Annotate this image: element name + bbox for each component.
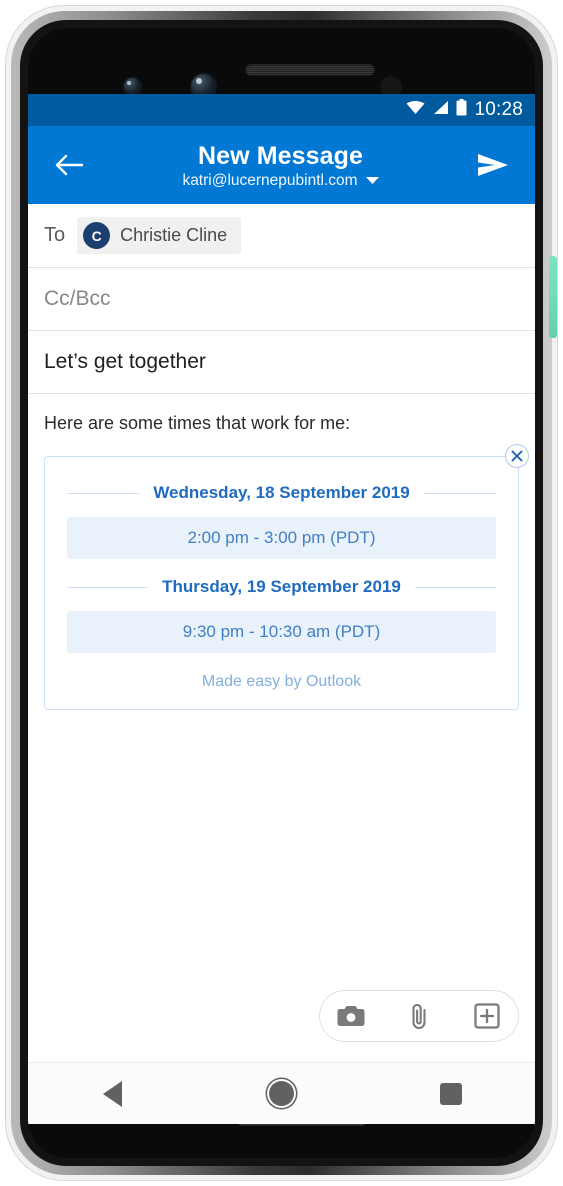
- recipient-name: Christie Cline: [120, 225, 228, 245]
- phone-device-frame: 10:28 New Message katri@lucernepubintl.c…: [6, 6, 557, 1180]
- account-email: katri@lucernepubintl.com: [182, 172, 358, 189]
- device-screen-glass: 10:28 New Message katri@lucernepubintl.c…: [28, 28, 535, 1158]
- battery-icon: [456, 99, 467, 121]
- send-icon: [478, 154, 508, 176]
- attachment-toolbar: [319, 990, 519, 1042]
- to-field-row[interactable]: To C Christie Cline: [28, 204, 535, 268]
- add-attachment-button[interactable]: [466, 995, 508, 1037]
- status-bar: 10:28: [28, 94, 535, 126]
- date-divider: Wednesday, 18 September 2019: [67, 483, 497, 503]
- earpiece-speaker: [245, 64, 375, 76]
- time-slot-option[interactable]: 2:00 pm - 3:00 pm (PDT): [67, 517, 496, 559]
- nav-back-button[interactable]: [83, 1073, 143, 1115]
- divider-line-right: [414, 586, 496, 588]
- cellular-signal-icon: [432, 100, 449, 120]
- meeting-times-card: Wednesday, 18 September 2019 2:00 pm - 3…: [44, 456, 519, 710]
- date-divider: Thursday, 19 September 2019: [67, 577, 496, 597]
- back-button[interactable]: [48, 144, 90, 186]
- divider-line-left: [67, 492, 140, 494]
- front-camera-secondary-icon: [124, 78, 141, 95]
- nav-back-icon: [103, 1080, 122, 1107]
- body-text: Here are some times that work for me:: [44, 413, 351, 433]
- cc-bcc-field-row[interactable]: Cc/Bcc: [28, 268, 535, 331]
- status-bar-clock: 10:28: [474, 99, 523, 120]
- add-attachment-icon: [474, 1003, 500, 1029]
- subject-value: Let’s get together: [44, 350, 206, 373]
- app-bar: New Message katri@lucernepubintl.com: [28, 126, 535, 204]
- nav-recents-icon: [439, 1082, 462, 1105]
- back-arrow-icon: [55, 154, 83, 176]
- attach-file-button[interactable]: [398, 995, 440, 1037]
- to-label: To: [44, 224, 66, 246]
- avatar: C: [83, 222, 111, 249]
- subject-field-row[interactable]: Let’s get together: [28, 331, 535, 394]
- camera-button[interactable]: [330, 995, 372, 1037]
- recipient-chip[interactable]: C Christie Cline: [77, 217, 242, 254]
- meeting-times-card-wrapper: Wednesday, 18 September 2019 2:00 pm - 3…: [44, 444, 529, 710]
- meeting-date-label: Wednesday, 18 September 2019: [153, 483, 410, 502]
- wifi-icon: [406, 100, 425, 120]
- page-title: New Message: [197, 142, 364, 170]
- android-navigation-bar: [28, 1062, 535, 1124]
- app-bar-titles: New Message katri@lucernepubintl.com: [90, 142, 471, 190]
- cc-bcc-placeholder: Cc/Bcc: [44, 287, 111, 310]
- meeting-date-label: Thursday, 19 September 2019: [162, 577, 401, 596]
- divider-line-right: [423, 492, 497, 494]
- account-selector[interactable]: katri@lucernepubintl.com: [90, 172, 471, 190]
- app-screen: 10:28 New Message katri@lucernepubintl.c…: [28, 94, 535, 1124]
- camera-icon: [337, 1006, 365, 1026]
- paperclip-icon: [412, 1003, 426, 1029]
- message-body[interactable]: Here are some times that work for me: We…: [28, 394, 535, 1062]
- send-button[interactable]: [471, 143, 515, 187]
- card-footer-text: Made easy by Outlook: [201, 673, 362, 690]
- nav-home-button[interactable]: [252, 1073, 312, 1115]
- nav-recents-button[interactable]: [421, 1073, 481, 1115]
- time-slot-option[interactable]: 9:30 pm - 10:30 am (PDT): [67, 611, 496, 653]
- power-button[interactable]: [549, 256, 557, 338]
- chevron-down-icon: [365, 172, 379, 190]
- divider-line-left: [67, 586, 149, 588]
- nav-home-icon: [269, 1081, 294, 1106]
- close-icon: [511, 450, 523, 462]
- close-button[interactable]: [505, 444, 529, 468]
